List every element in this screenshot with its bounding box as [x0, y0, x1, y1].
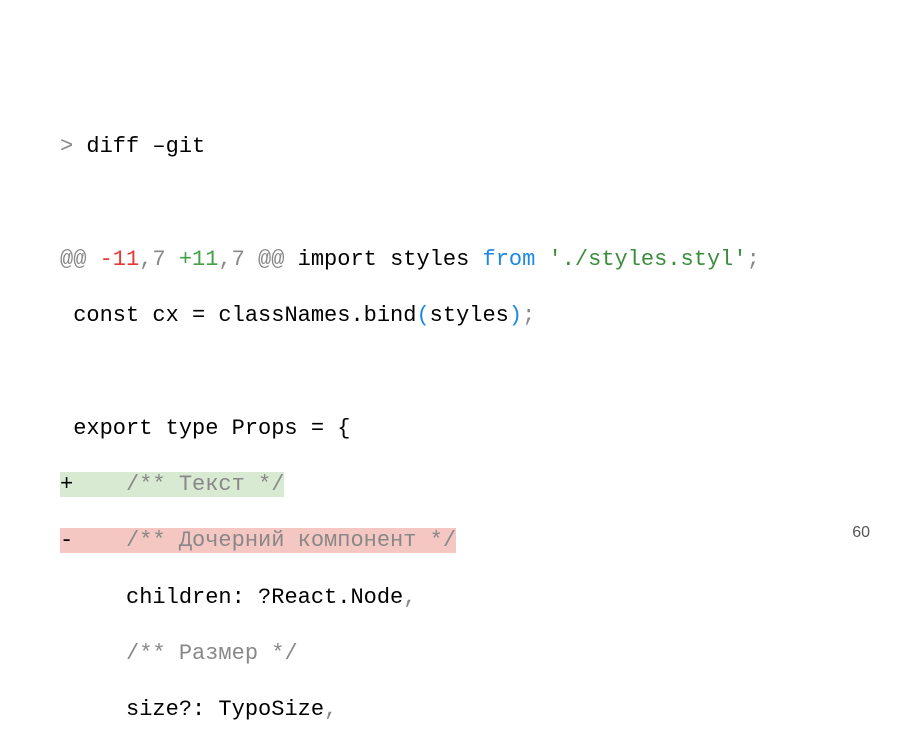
code-line-added: + /** Текст */ — [60, 471, 900, 499]
diff-command: diff –git — [86, 134, 205, 159]
code-line-empty — [60, 358, 900, 386]
comment-removed: /** Дочерний компонент */ — [73, 528, 456, 553]
code-line-command: > diff –git — [60, 133, 900, 161]
from-keyword: from — [483, 247, 536, 272]
diff-code-block: > diff –git @@ -11,7 +11,7 @@ import sty… — [60, 105, 900, 753]
diff-plus-marker: + — [60, 472, 73, 497]
import-text: import styles — [284, 247, 482, 272]
hunk-minus: -11 — [100, 247, 140, 272]
string-literal: './styles.styl' — [549, 247, 747, 272]
hunk-plus: +11 — [179, 247, 219, 272]
paren-close: ) — [509, 303, 522, 328]
code-line-removed: - /** Дочерний компонент */ — [60, 527, 900, 555]
semicolon: ; — [522, 303, 535, 328]
hunk-comma2: , — [218, 247, 231, 272]
export-type: export type Props = { — [60, 416, 350, 441]
children-prop: children: ?React.Node — [126, 585, 403, 610]
comment-added: /** Текст */ — [73, 472, 284, 497]
hunk-comma1: , — [139, 247, 152, 272]
comma: , — [403, 585, 416, 610]
const-decl: const cx = classNames.bind — [73, 303, 416, 328]
page-number: 60 — [852, 523, 870, 543]
code-line-comment: /** Размер */ — [60, 640, 900, 668]
size-prop: size?: TypoSize — [126, 697, 324, 722]
code-line-export: export type Props = { — [60, 415, 900, 443]
code-line-size: size?: TypoSize, — [60, 696, 900, 724]
comma: , — [324, 697, 337, 722]
prompt-marker: > — [60, 134, 86, 159]
paren-open: ( — [416, 303, 429, 328]
code-line-const: const cx = classNames.bind(styles); — [60, 302, 900, 330]
hunk-close: @@ — [245, 247, 285, 272]
hunk-open: @@ — [60, 247, 100, 272]
hunk-seven2: 7 — [232, 247, 245, 272]
styles-arg: styles — [430, 303, 509, 328]
hunk-seven1: 7 — [152, 247, 165, 272]
diff-minus-marker: - — [60, 528, 73, 553]
semicolon: ; — [747, 247, 760, 272]
code-line-empty — [60, 189, 900, 217]
size-comment: /** Размер */ — [126, 641, 298, 666]
code-line-children: children: ?React.Node, — [60, 584, 900, 612]
code-line-hunk: @@ -11,7 +11,7 @@ import styles from './… — [60, 246, 900, 274]
